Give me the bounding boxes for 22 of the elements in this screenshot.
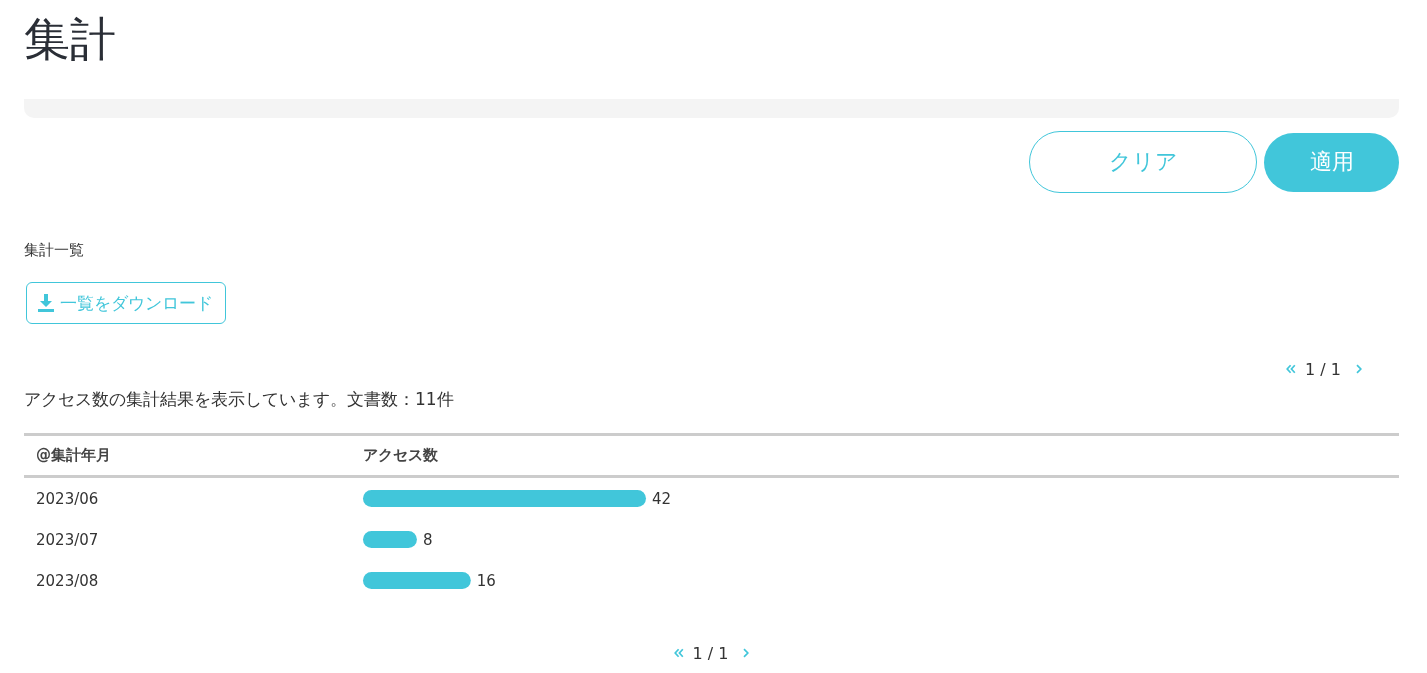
clear-button[interactable]: クリア bbox=[1029, 131, 1257, 193]
access-count: 16 bbox=[476, 572, 496, 590]
access-bar bbox=[363, 531, 417, 548]
page-indicator: 1 / 1 bbox=[1305, 359, 1341, 379]
page-title: 集計 bbox=[24, 11, 116, 68]
apply-button[interactable]: 適用 bbox=[1264, 132, 1399, 192]
access-count: 42 bbox=[652, 490, 672, 508]
month-label: 2023/07 bbox=[36, 531, 99, 549]
download-icon bbox=[38, 294, 54, 312]
month-label: 2023/06 bbox=[36, 490, 99, 508]
first-page-icon[interactable] bbox=[1286, 364, 1297, 374]
next-page-icon[interactable] bbox=[743, 648, 750, 658]
section-heading: 集計一覧 bbox=[24, 240, 84, 261]
next-page-icon[interactable] bbox=[1356, 364, 1362, 374]
access-count: 8 bbox=[422, 531, 433, 549]
column-header: アクセス数 bbox=[363, 433, 1399, 478]
page-indicator: 1 / 1 bbox=[692, 643, 729, 663]
summary-text: アクセス数の集計結果を表示しています。文書数：11件 bbox=[24, 388, 454, 411]
month-label: 2023/08 bbox=[36, 572, 99, 590]
column-header: @集計年月 bbox=[24, 433, 363, 478]
first-page-icon[interactable] bbox=[673, 648, 684, 658]
download-button[interactable]: 一覧をダウンロード bbox=[26, 282, 226, 324]
